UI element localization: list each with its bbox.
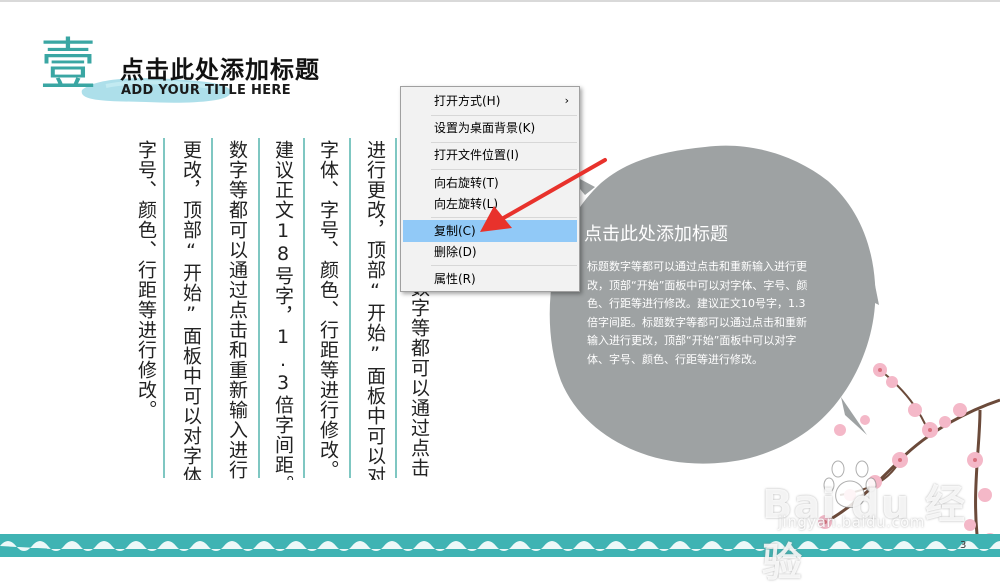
vertical-text-column-7: 数字等都可以通过点击和重新输入 [408,278,430,478]
vertical-text-column-6: 进行更改，顶部“开始”面板中可以对 [364,140,386,480]
vertical-text-column-2: 更改，顶部“开始”面板中可以对字体、 [180,140,202,480]
vertical-text-column-3: 数字等都可以通过点击和重新输入进行 [226,140,248,480]
submenu-arrow-icon: › [564,94,569,107]
vertical-text-column-4: 建议正文18号字，1.3倍字间距。标题 [272,140,294,480]
slide-subtitle: ADD YOUR TITLE HERE [121,83,291,98]
column-divider [395,138,397,478]
menu-item-label: 设置为桌面背景(K) [434,121,536,135]
column-divider [258,138,260,478]
menu-item-properties[interactable]: 属性(R) [403,268,577,290]
column-divider [163,138,165,478]
slide-title: 点击此处添加标题 [120,56,320,84]
section-ordinal: 壹 [40,33,96,98]
menu-separator [431,142,577,143]
watermark-url: jingyan.baidu.com [778,513,925,531]
vertical-text-column-5: 字体、字号、颜色、行距等进行修改。 [317,140,339,480]
column-divider [303,138,305,478]
top-border-line [0,0,1000,2]
menu-item-label: 打开方式(H) [434,94,501,108]
menu-item-set-desktop-background[interactable]: 设置为桌面背景(K) [403,117,577,139]
column-divider [211,138,213,478]
blob-body-text: 标题数字等都可以通过点击和重新输入进行更改，顶部“开始”面板中可以对字体、字号、… [587,260,808,366]
menu-item-label: 删除(D) [434,245,477,259]
page-number: 3 [960,540,967,551]
vertical-text-column-1: 字号、颜色、行距等进行修改。 [135,140,157,420]
column-divider [349,138,351,478]
menu-separator [431,265,577,266]
menu-item-delete[interactable]: 删除(D) [403,241,577,263]
menu-separator [431,115,577,116]
menu-item-label: 属性(R) [434,272,476,286]
red-arrow-annotation [480,158,607,232]
menu-item-open-with[interactable]: 打开方式(H) › [403,90,577,112]
